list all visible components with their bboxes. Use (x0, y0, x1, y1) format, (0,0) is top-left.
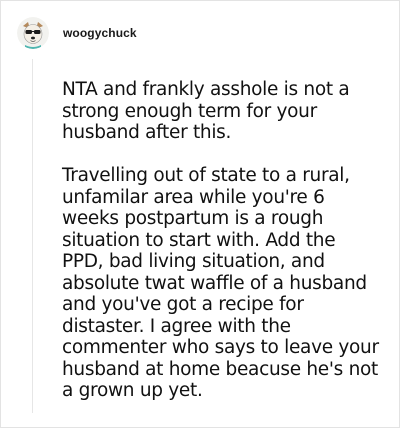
comment-body: NTA and frankly asshole is not a strong … (62, 79, 382, 423)
comment-paragraph-2: Travelling out of state to a rural, unfa… (62, 165, 379, 401)
username-link[interactable]: woogychuck (63, 26, 137, 40)
comment-paragraph-1: NTA and frankly asshole is not a strong … (62, 79, 350, 143)
avatar[interactable] (17, 17, 49, 49)
comment-header: woogychuck (17, 17, 137, 49)
comment-card: woogychuck NTA and frankly asshole is no… (0, 0, 400, 428)
dog-avatar-icon (17, 17, 49, 49)
thread-line (32, 59, 33, 413)
